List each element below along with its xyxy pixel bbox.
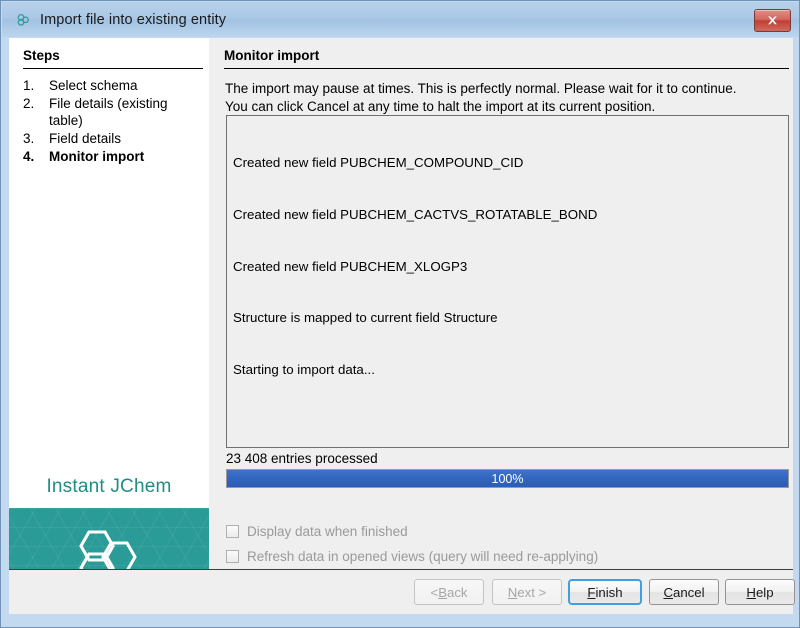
step-number: 4.: [23, 148, 49, 165]
back-button-pre: <: [430, 585, 438, 600]
cancel-button[interactable]: Cancel: [649, 579, 719, 605]
back-button-post: ack: [447, 585, 468, 600]
steps-heading: Steps: [23, 48, 60, 63]
step-label: File details (existing table): [49, 95, 205, 129]
next-button-post: ext >: [517, 585, 546, 600]
description-line-2: You can click Cancel at any time to halt…: [225, 98, 791, 116]
next-button[interactable]: Next >: [492, 579, 562, 605]
log-line: Starting to import data...: [233, 361, 783, 378]
footer-bar: < Back Next > Finish Cancel Help: [9, 570, 793, 614]
help-button-post: elp: [756, 585, 774, 600]
step-number: 2.: [23, 95, 49, 129]
back-button[interactable]: < Back: [414, 579, 484, 605]
refresh-data-checkbox-row[interactable]: Refresh data in opened views (query will…: [226, 549, 598, 564]
cancel-button-post: ancel: [673, 585, 705, 600]
step-item-1: 1. Select schema: [23, 77, 205, 94]
back-button-mnemonic: B: [438, 585, 447, 600]
import-log-textarea[interactable]: Created new field PUBCHEM_COMPOUND_CID C…: [226, 115, 789, 448]
log-line-blank: [233, 412, 783, 429]
close-icon: [766, 15, 779, 26]
dialog-body: Steps 1. Select schema 2. File details (…: [9, 38, 793, 570]
close-button[interactable]: [754, 9, 791, 32]
refresh-data-checkbox-label: Refresh data in opened views (query will…: [247, 549, 598, 564]
steps-divider: [23, 68, 203, 69]
log-line: Structure is mapped to current field Str…: [233, 309, 783, 326]
title-bar: Import file into existing entity: [2, 2, 800, 37]
log-line: Created new field PUBCHEM_COMPOUND_CID: [233, 154, 783, 171]
content-panel: Monitor import The import may pause at t…: [209, 38, 793, 570]
finish-button[interactable]: Finish: [568, 579, 642, 605]
steps-panel: Steps 1. Select schema 2. File details (…: [9, 38, 209, 570]
step-label: Monitor import: [49, 148, 205, 165]
refresh-data-checkbox[interactable]: [226, 550, 239, 563]
progress-bar: 100%: [226, 469, 789, 488]
import-wizard-window: Import file into existing entity Steps 1…: [0, 0, 800, 628]
step-label: Field details: [49, 130, 205, 147]
step-number: 3.: [23, 130, 49, 147]
finish-button-post: inish: [595, 585, 622, 600]
display-data-checkbox-row[interactable]: Display data when finished: [226, 524, 408, 539]
help-button-mnemonic: H: [746, 585, 756, 600]
log-line: Created new field PUBCHEM_CACTVS_ROTATAB…: [233, 206, 783, 223]
help-button[interactable]: Help: [725, 579, 795, 605]
step-item-3: 3. Field details: [23, 130, 205, 147]
step-item-2: 2. File details (existing table): [23, 95, 205, 129]
log-line: Created new field PUBCHEM_XLOGP3: [233, 258, 783, 275]
description-line-1: The import may pause at times. This is p…: [225, 80, 791, 98]
steps-list: 1. Select schema 2. File details (existi…: [23, 77, 205, 166]
display-data-checkbox-label: Display data when finished: [247, 524, 408, 539]
next-button-mnemonic: N: [508, 585, 518, 600]
description-text: The import may pause at times. This is p…: [225, 80, 791, 116]
brand-title: Instant JChem: [9, 476, 209, 498]
jchem-hexagon-icon: [14, 11, 32, 29]
cancel-button-mnemonic: C: [663, 585, 673, 600]
step-number: 1.: [23, 77, 49, 94]
step-item-4: 4. Monitor import: [23, 148, 205, 165]
progress-bar-label: 100%: [227, 470, 788, 487]
progress-status-text: 23 408 entries processed: [226, 451, 378, 466]
finish-button-mnemonic: F: [587, 585, 595, 600]
import-log-content: Created new field PUBCHEM_COMPOUND_CID C…: [227, 116, 788, 448]
page-title: Monitor import: [224, 48, 319, 63]
display-data-checkbox[interactable]: [226, 525, 239, 538]
window-title: Import file into existing entity: [40, 12, 226, 28]
step-label: Select schema: [49, 77, 205, 94]
content-divider: [224, 68, 789, 69]
